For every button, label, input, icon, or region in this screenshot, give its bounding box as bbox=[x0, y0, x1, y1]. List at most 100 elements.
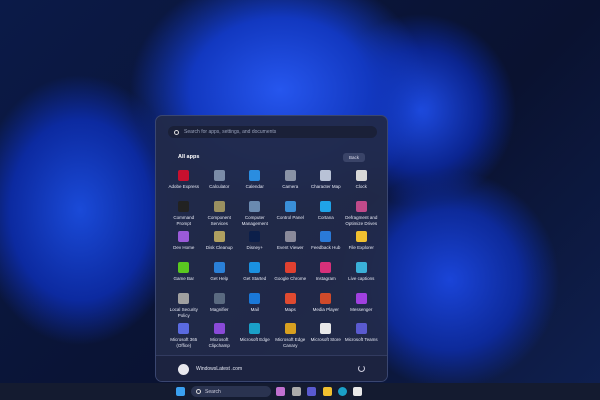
app-tile[interactable]: Live captions bbox=[344, 260, 380, 291]
app-label: Clock bbox=[355, 184, 367, 189]
app-label: Event Viewer bbox=[277, 245, 304, 251]
app-icon bbox=[249, 262, 261, 274]
file-explorer-icon[interactable] bbox=[323, 387, 332, 396]
app-label: Magnifier bbox=[209, 306, 229, 312]
app-tile[interactable]: Messenger bbox=[344, 291, 380, 322]
app-icon bbox=[320, 262, 332, 274]
app-tile[interactable]: Microsoft Edge Canary bbox=[273, 321, 309, 352]
app-tile[interactable]: Character Map bbox=[308, 168, 344, 199]
teams-icon[interactable] bbox=[307, 387, 316, 396]
app-grid: Adobe Express Calculator Calendar Camera Cha… bbox=[166, 168, 382, 352]
app-label: Disk Cleanup bbox=[205, 245, 233, 251]
app-tile[interactable]: Calendar bbox=[237, 168, 273, 199]
app-tile[interactable]: Control Panel bbox=[273, 199, 309, 230]
avatar[interactable] bbox=[178, 364, 189, 375]
taskbar: Search bbox=[0, 383, 600, 400]
app-tile[interactable]: Get Started bbox=[237, 260, 273, 291]
app-icon bbox=[284, 170, 296, 181]
app-label: Media Player bbox=[312, 306, 339, 312]
power-icon[interactable] bbox=[358, 365, 365, 372]
start-button-windows-icon[interactable] bbox=[176, 387, 185, 396]
app-icon bbox=[284, 200, 296, 212]
app-label: Microsoft Clipchamp bbox=[208, 337, 230, 349]
task-view-icon[interactable] bbox=[292, 387, 301, 396]
app-tile[interactable]: Instagram bbox=[308, 260, 344, 291]
app-tile[interactable]: Event Viewer bbox=[273, 229, 309, 260]
taskbar-search-label: Search bbox=[205, 388, 221, 395]
app-icon bbox=[320, 231, 332, 243]
app-icon bbox=[320, 292, 332, 304]
app-tile[interactable]: Microsoft Edge bbox=[237, 321, 273, 352]
app-tile[interactable]: Command Prompt bbox=[166, 199, 202, 230]
app-tile[interactable]: Feedback Hub bbox=[308, 229, 344, 260]
app-tile[interactable]: Media Player bbox=[308, 291, 344, 322]
app-tile[interactable]: Clock bbox=[344, 168, 380, 199]
app-tile[interactable]: Get Help bbox=[202, 260, 238, 291]
app-icon bbox=[178, 170, 190, 181]
app-tile[interactable]: Mail bbox=[237, 291, 273, 322]
app-icon bbox=[213, 323, 225, 335]
app-label: Character Map bbox=[310, 184, 341, 189]
app-label: Live captions bbox=[348, 276, 375, 282]
taskbar-search[interactable]: Search bbox=[191, 386, 271, 397]
app-tile[interactable]: Dev Home bbox=[166, 229, 202, 260]
app-icon bbox=[213, 231, 225, 243]
app-label: Maps bbox=[284, 306, 296, 312]
app-tile[interactable]: Adobe Express bbox=[166, 168, 202, 199]
app-label: Get Started bbox=[243, 276, 267, 282]
app-icon bbox=[320, 200, 332, 212]
app-tile[interactable]: Maps bbox=[273, 291, 309, 322]
start-menu: Search for apps, settings, and documents… bbox=[155, 115, 388, 382]
app-label: Camera bbox=[282, 184, 299, 189]
app-tile[interactable]: Computer Management bbox=[237, 199, 273, 230]
app-icon bbox=[355, 292, 367, 304]
app-icon bbox=[213, 262, 225, 274]
app-label: Adobe Express bbox=[168, 184, 200, 189]
app-icon bbox=[178, 231, 190, 243]
widgets-icon[interactable] bbox=[276, 387, 285, 396]
app-icon bbox=[249, 170, 261, 181]
app-tile[interactable]: Disney+ bbox=[237, 229, 273, 260]
app-icon bbox=[178, 292, 190, 304]
app-tile[interactable]: Defragment and Optimize Drives bbox=[344, 199, 380, 230]
app-label: Mail bbox=[250, 306, 259, 312]
back-button[interactable]: Back bbox=[343, 153, 365, 162]
app-tile[interactable]: Google Chrome bbox=[273, 260, 309, 291]
user-name[interactable]: WindowsLatest .com bbox=[196, 366, 242, 372]
app-tile[interactable]: Calculator bbox=[202, 168, 238, 199]
app-icon bbox=[284, 231, 296, 243]
app-label: Dev Home bbox=[173, 245, 195, 251]
app-tile[interactable]: Disk Cleanup bbox=[202, 229, 238, 260]
app-icon bbox=[355, 262, 367, 274]
app-label: Google Chrome bbox=[274, 276, 307, 282]
app-tile[interactable]: Game Bar bbox=[166, 260, 202, 291]
app-icon bbox=[213, 292, 225, 304]
app-tile[interactable]: Camera bbox=[273, 168, 309, 199]
app-icon bbox=[249, 292, 261, 304]
store-icon[interactable] bbox=[353, 387, 362, 396]
app-tile[interactable]: File Explorer bbox=[344, 229, 380, 260]
app-label: Local Security Policy bbox=[169, 306, 198, 318]
app-tile[interactable]: Microsoft 365 (Office) bbox=[166, 321, 202, 352]
app-tile[interactable]: Cortana bbox=[308, 199, 344, 230]
app-tile[interactable]: Microsoft Clipchamp bbox=[202, 321, 238, 352]
app-label: Instagram bbox=[315, 276, 336, 282]
app-icon bbox=[249, 200, 261, 212]
app-icon bbox=[249, 323, 261, 335]
app-tile[interactable]: Microsoft Store bbox=[308, 321, 344, 352]
edge-icon[interactable] bbox=[338, 387, 347, 396]
start-footer: WindowsLatest .com bbox=[156, 355, 387, 381]
app-icon bbox=[355, 170, 367, 181]
start-search-input[interactable]: Search for apps, settings, and documents bbox=[168, 126, 377, 138]
app-tile[interactable]: Microsoft Teams bbox=[344, 321, 380, 352]
app-icon bbox=[355, 323, 367, 335]
app-label: Command Prompt bbox=[173, 214, 195, 226]
app-label: Computer Management bbox=[241, 214, 268, 226]
app-tile[interactable]: Local Security Policy bbox=[166, 291, 202, 322]
search-icon bbox=[174, 129, 179, 135]
app-tile[interactable]: Magnifier bbox=[202, 291, 238, 322]
app-label: Microsoft Store bbox=[310, 337, 341, 343]
app-tile[interactable]: Component Services bbox=[202, 199, 238, 230]
app-icon bbox=[284, 262, 296, 274]
app-icon bbox=[178, 200, 190, 212]
